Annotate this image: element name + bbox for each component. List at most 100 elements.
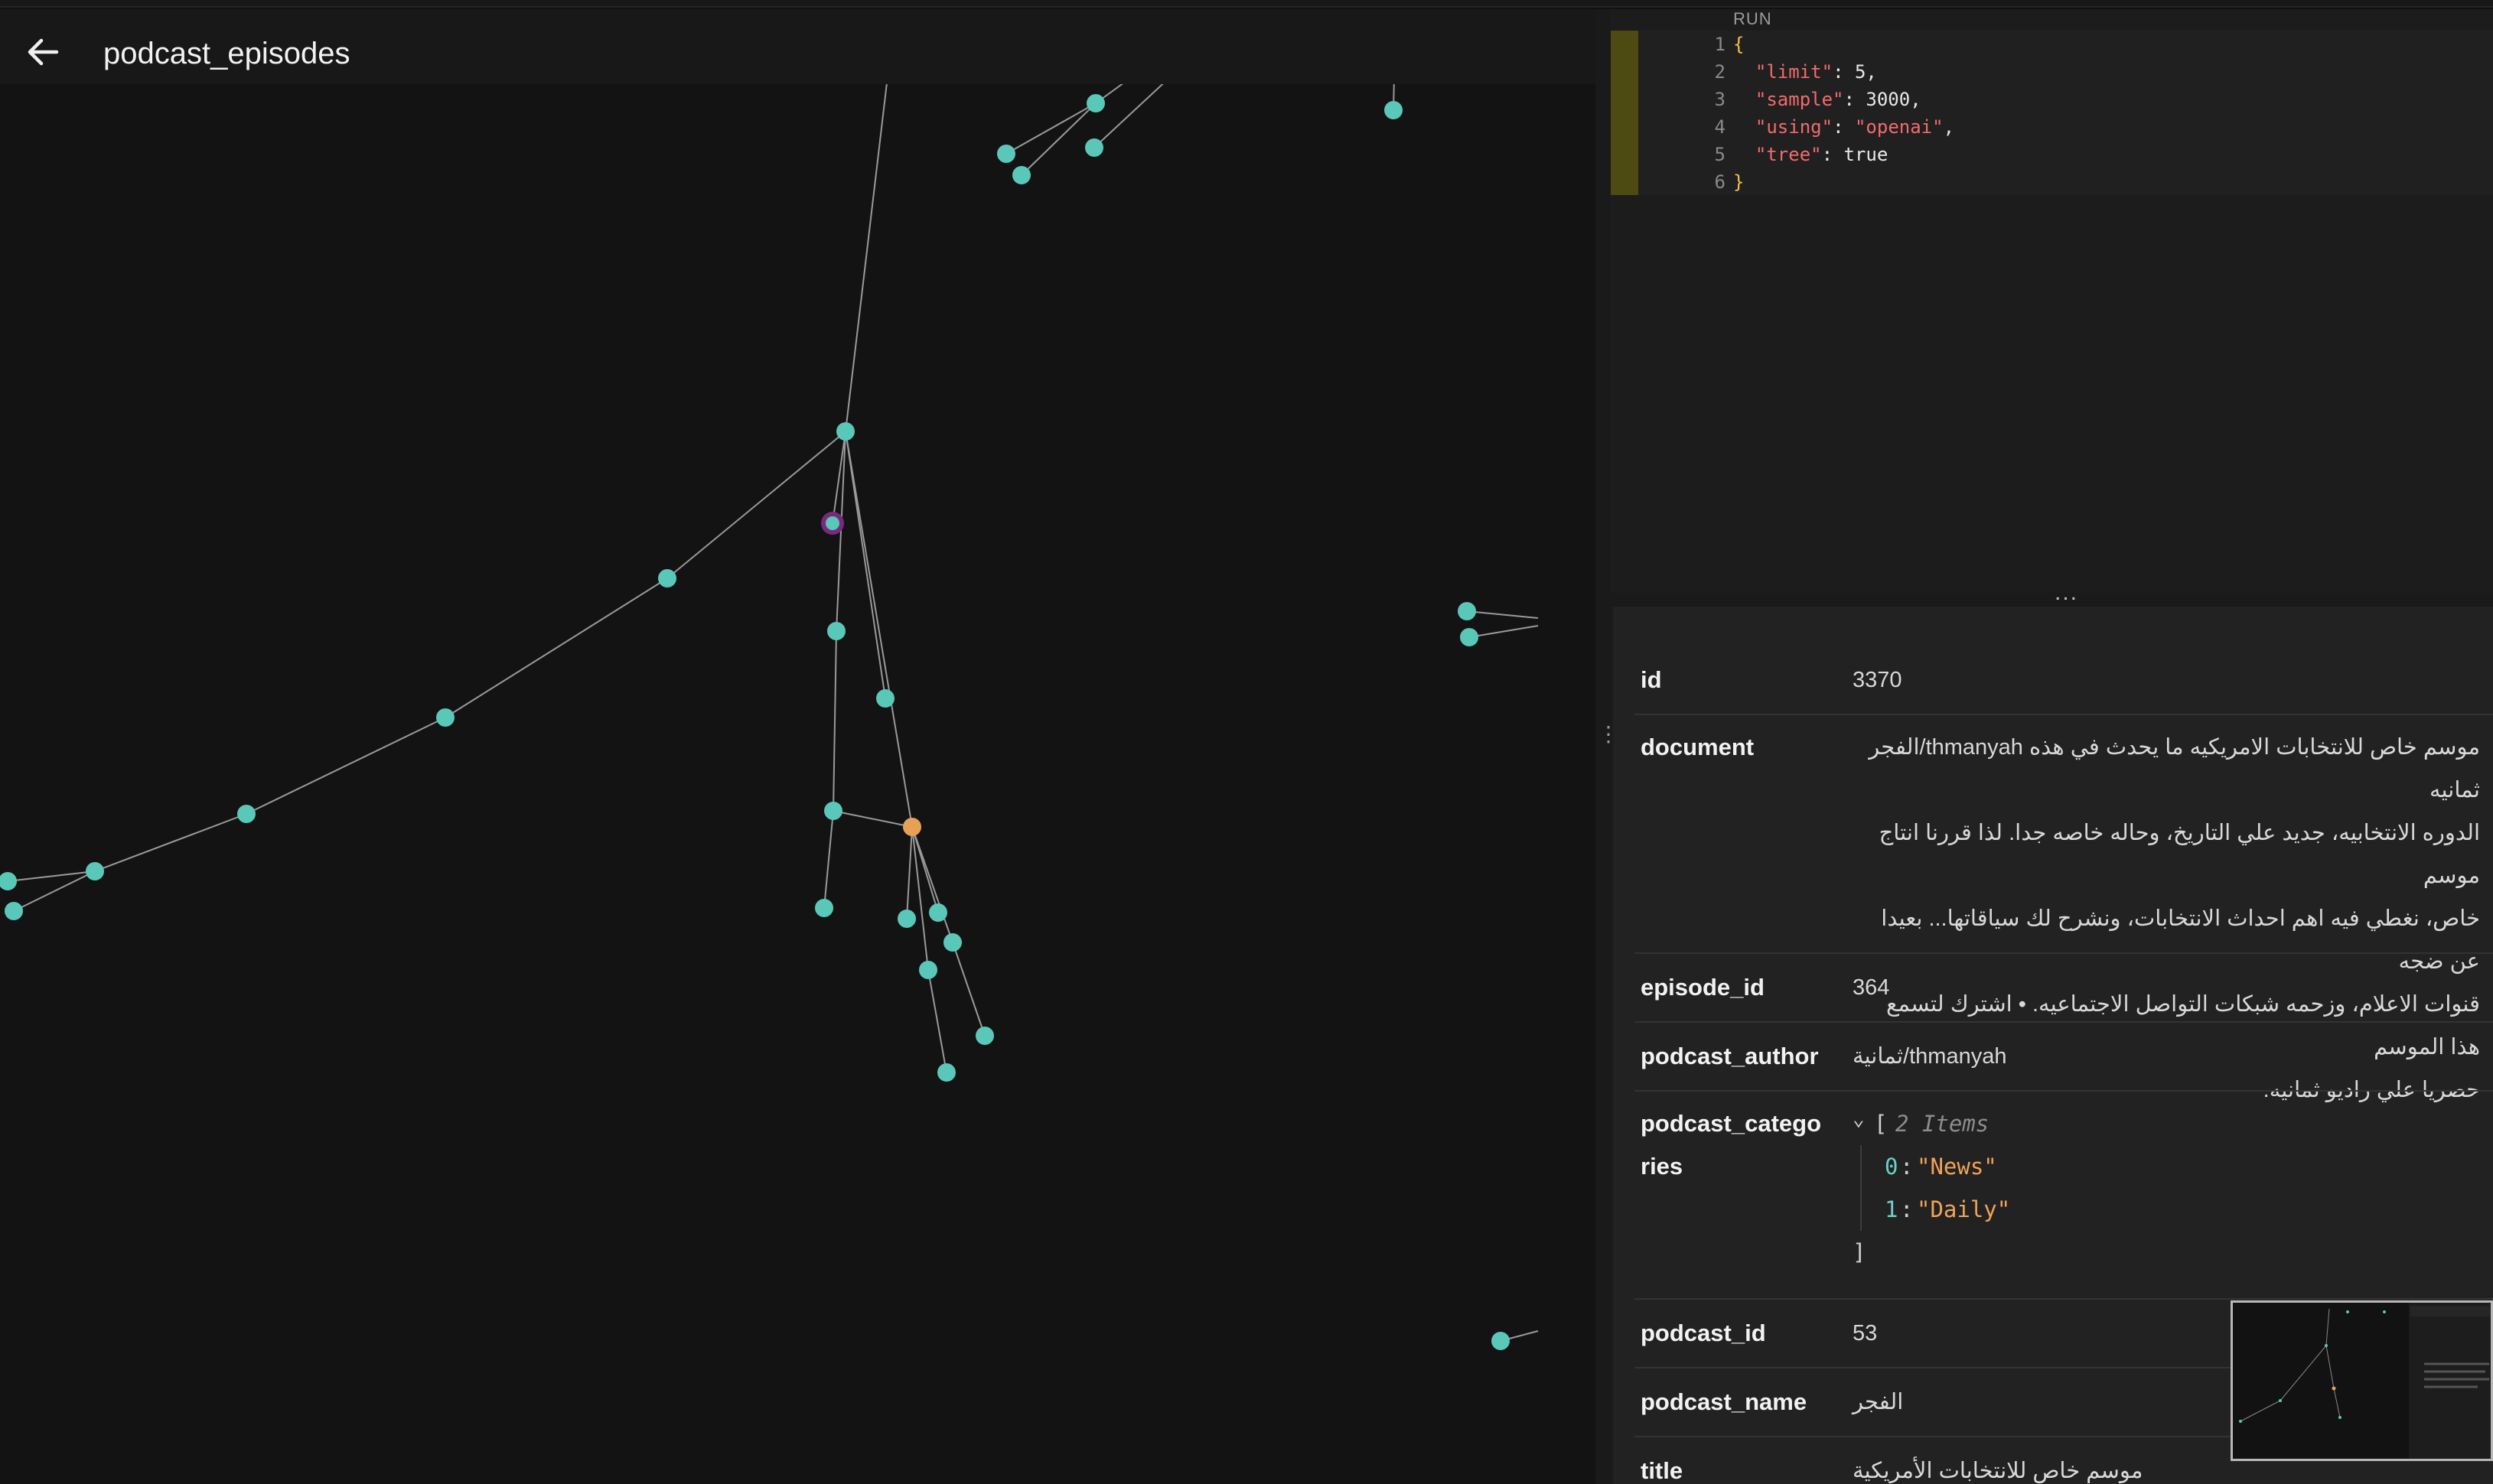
graph-node[interactable] (943, 933, 962, 952)
code-token: "openai" (1854, 116, 1944, 138)
detail-row-document: document موسم خاص للانتخابات الامريكيه م… (1634, 715, 2493, 1102)
graph-edge (7, 871, 96, 882)
code-token: true (1843, 144, 1888, 165)
detail-key: title (1641, 1457, 1683, 1484)
graph-node[interactable] (929, 903, 947, 922)
graph-node[interactable] (1085, 138, 1103, 157)
graph-edge (927, 969, 947, 1073)
graph-edge (845, 76, 888, 432)
detail-value: 3370 (1853, 668, 1902, 692)
vertical-splitter[interactable] (1595, 9, 1611, 1484)
document-line: موسم خاص للانتخابات الامريكيه ما يحدث في… (1869, 735, 2480, 802)
graph-node[interactable] (1012, 166, 1031, 184)
detail-key: document (1641, 734, 1755, 760)
graph-node-highlighted[interactable] (903, 818, 921, 836)
minimap[interactable] (2231, 1300, 2493, 1461)
graph-node[interactable] (815, 899, 833, 917)
detail-row-id: id 3370 (1634, 653, 2493, 715)
graph-edge (906, 826, 913, 919)
detail-key: episode_id (1641, 974, 1765, 1001)
graph-node[interactable] (937, 1063, 956, 1082)
graph-node[interactable] (1384, 101, 1403, 119)
graph-node[interactable] (1087, 94, 1105, 112)
graph-node[interactable] (1491, 1332, 1510, 1350)
code-text: { (1733, 34, 1744, 55)
graph-edge (445, 578, 668, 718)
graph-node[interactable] (658, 569, 676, 587)
json-array-item: 1 : "Daily" (1860, 1188, 2312, 1231)
graph-svg[interactable] (0, 9, 1595, 1484)
code-text: "limit": 5, (1733, 61, 1877, 83)
run-button[interactable]: RUN (1733, 9, 1772, 29)
graph-node[interactable] (86, 862, 104, 880)
graph-node[interactable] (1458, 602, 1476, 620)
code-token: : (1843, 89, 1866, 110)
json-array-header: ⌄ [ 2 Items (1853, 1102, 2312, 1145)
graph-edge (246, 717, 446, 815)
code-token: : (1821, 144, 1844, 165)
arrow-left-icon (28, 38, 59, 66)
detail-value: 53 (1853, 1321, 1878, 1346)
code-token: : (1833, 61, 1855, 83)
json-close-bracket: ] (1853, 1239, 1866, 1265)
graph-header: podcast_episodes (0, 9, 1595, 84)
collapse-toggle-icon[interactable]: ⌄ (1853, 1098, 1865, 1141)
graph-node-selected[interactable] (821, 512, 844, 535)
editor-empty-area[interactable] (1611, 195, 2493, 593)
code-token: "limit" (1755, 61, 1833, 83)
horizontal-splitter[interactable] (1611, 593, 2493, 607)
line-number: 3 (1714, 89, 1726, 110)
code-line[interactable]: 1{ (1611, 34, 2493, 61)
document-line: الدوره الانتخابيه، جديد علي التاريخ، وحا… (1879, 821, 2480, 888)
detail-key-line: ries (1641, 1153, 1683, 1180)
horizontal-splitter-handle-icon[interactable]: ... (2055, 580, 2078, 606)
code-text: "sample": 3000, (1733, 89, 1921, 110)
line-number: 6 (1714, 171, 1726, 193)
code-line[interactable]: 2 "limit": 5, (1611, 61, 2493, 89)
back-button[interactable] (23, 32, 63, 72)
graph-node[interactable] (436, 708, 455, 727)
code-token: , (1943, 116, 1955, 138)
code-token: "sample" (1755, 89, 1844, 110)
code-line[interactable]: 5 "tree": true (1611, 144, 2493, 171)
graph-canvas[interactable] (0, 9, 1595, 1484)
graph-node[interactable] (827, 622, 846, 640)
code-token: 5 (1854, 61, 1866, 83)
graph-edge (952, 942, 986, 1037)
graph-node[interactable] (919, 961, 937, 979)
code-line[interactable]: 3 "sample": 3000, (1611, 89, 2493, 116)
graph-node[interactable] (997, 145, 1015, 163)
code-token: { (1733, 34, 1745, 55)
detail-value: ثمانية/thmanyah (1853, 1044, 2007, 1069)
json-array-footer: ] (1853, 1231, 2312, 1274)
graph-edge (13, 871, 96, 912)
json-colon: : (1900, 1154, 1914, 1180)
graph-node[interactable] (237, 805, 256, 823)
detail-value: موسم خاص للانتخابات الأمريكية (1853, 1459, 2143, 1483)
graph-node[interactable] (5, 902, 23, 920)
detail-key: podcast_author (1641, 1043, 1819, 1069)
json-open-bracket: [ (1874, 1111, 1888, 1137)
graph-node[interactable] (898, 910, 916, 928)
graph-edge (833, 810, 913, 828)
graph-node[interactable] (976, 1027, 994, 1045)
json-colon: : (1900, 1196, 1914, 1222)
graph-node[interactable] (824, 802, 842, 820)
graph-node[interactable] (876, 689, 895, 708)
graph-edge (823, 810, 834, 909)
line-number: 5 (1714, 144, 1726, 165)
detail-key: podcast_name (1641, 1388, 1807, 1415)
query-editor[interactable]: 1{2 "limit": 5, 3 "sample": 3000, 4 "using… (1611, 31, 2493, 195)
code-token: , (1866, 61, 1877, 83)
code-token: : (1833, 116, 1855, 138)
code-text: "tree": true (1733, 144, 1888, 165)
graph-node[interactable] (836, 422, 855, 441)
code-line[interactable]: 4 "using": "openai", (1611, 116, 2493, 144)
graph-node[interactable] (0, 872, 17, 890)
line-number: 1 (1714, 34, 1726, 55)
graph-edge (1468, 625, 1539, 638)
detail-value: الفجر (1853, 1390, 1904, 1414)
graph-node[interactable] (1460, 628, 1478, 646)
